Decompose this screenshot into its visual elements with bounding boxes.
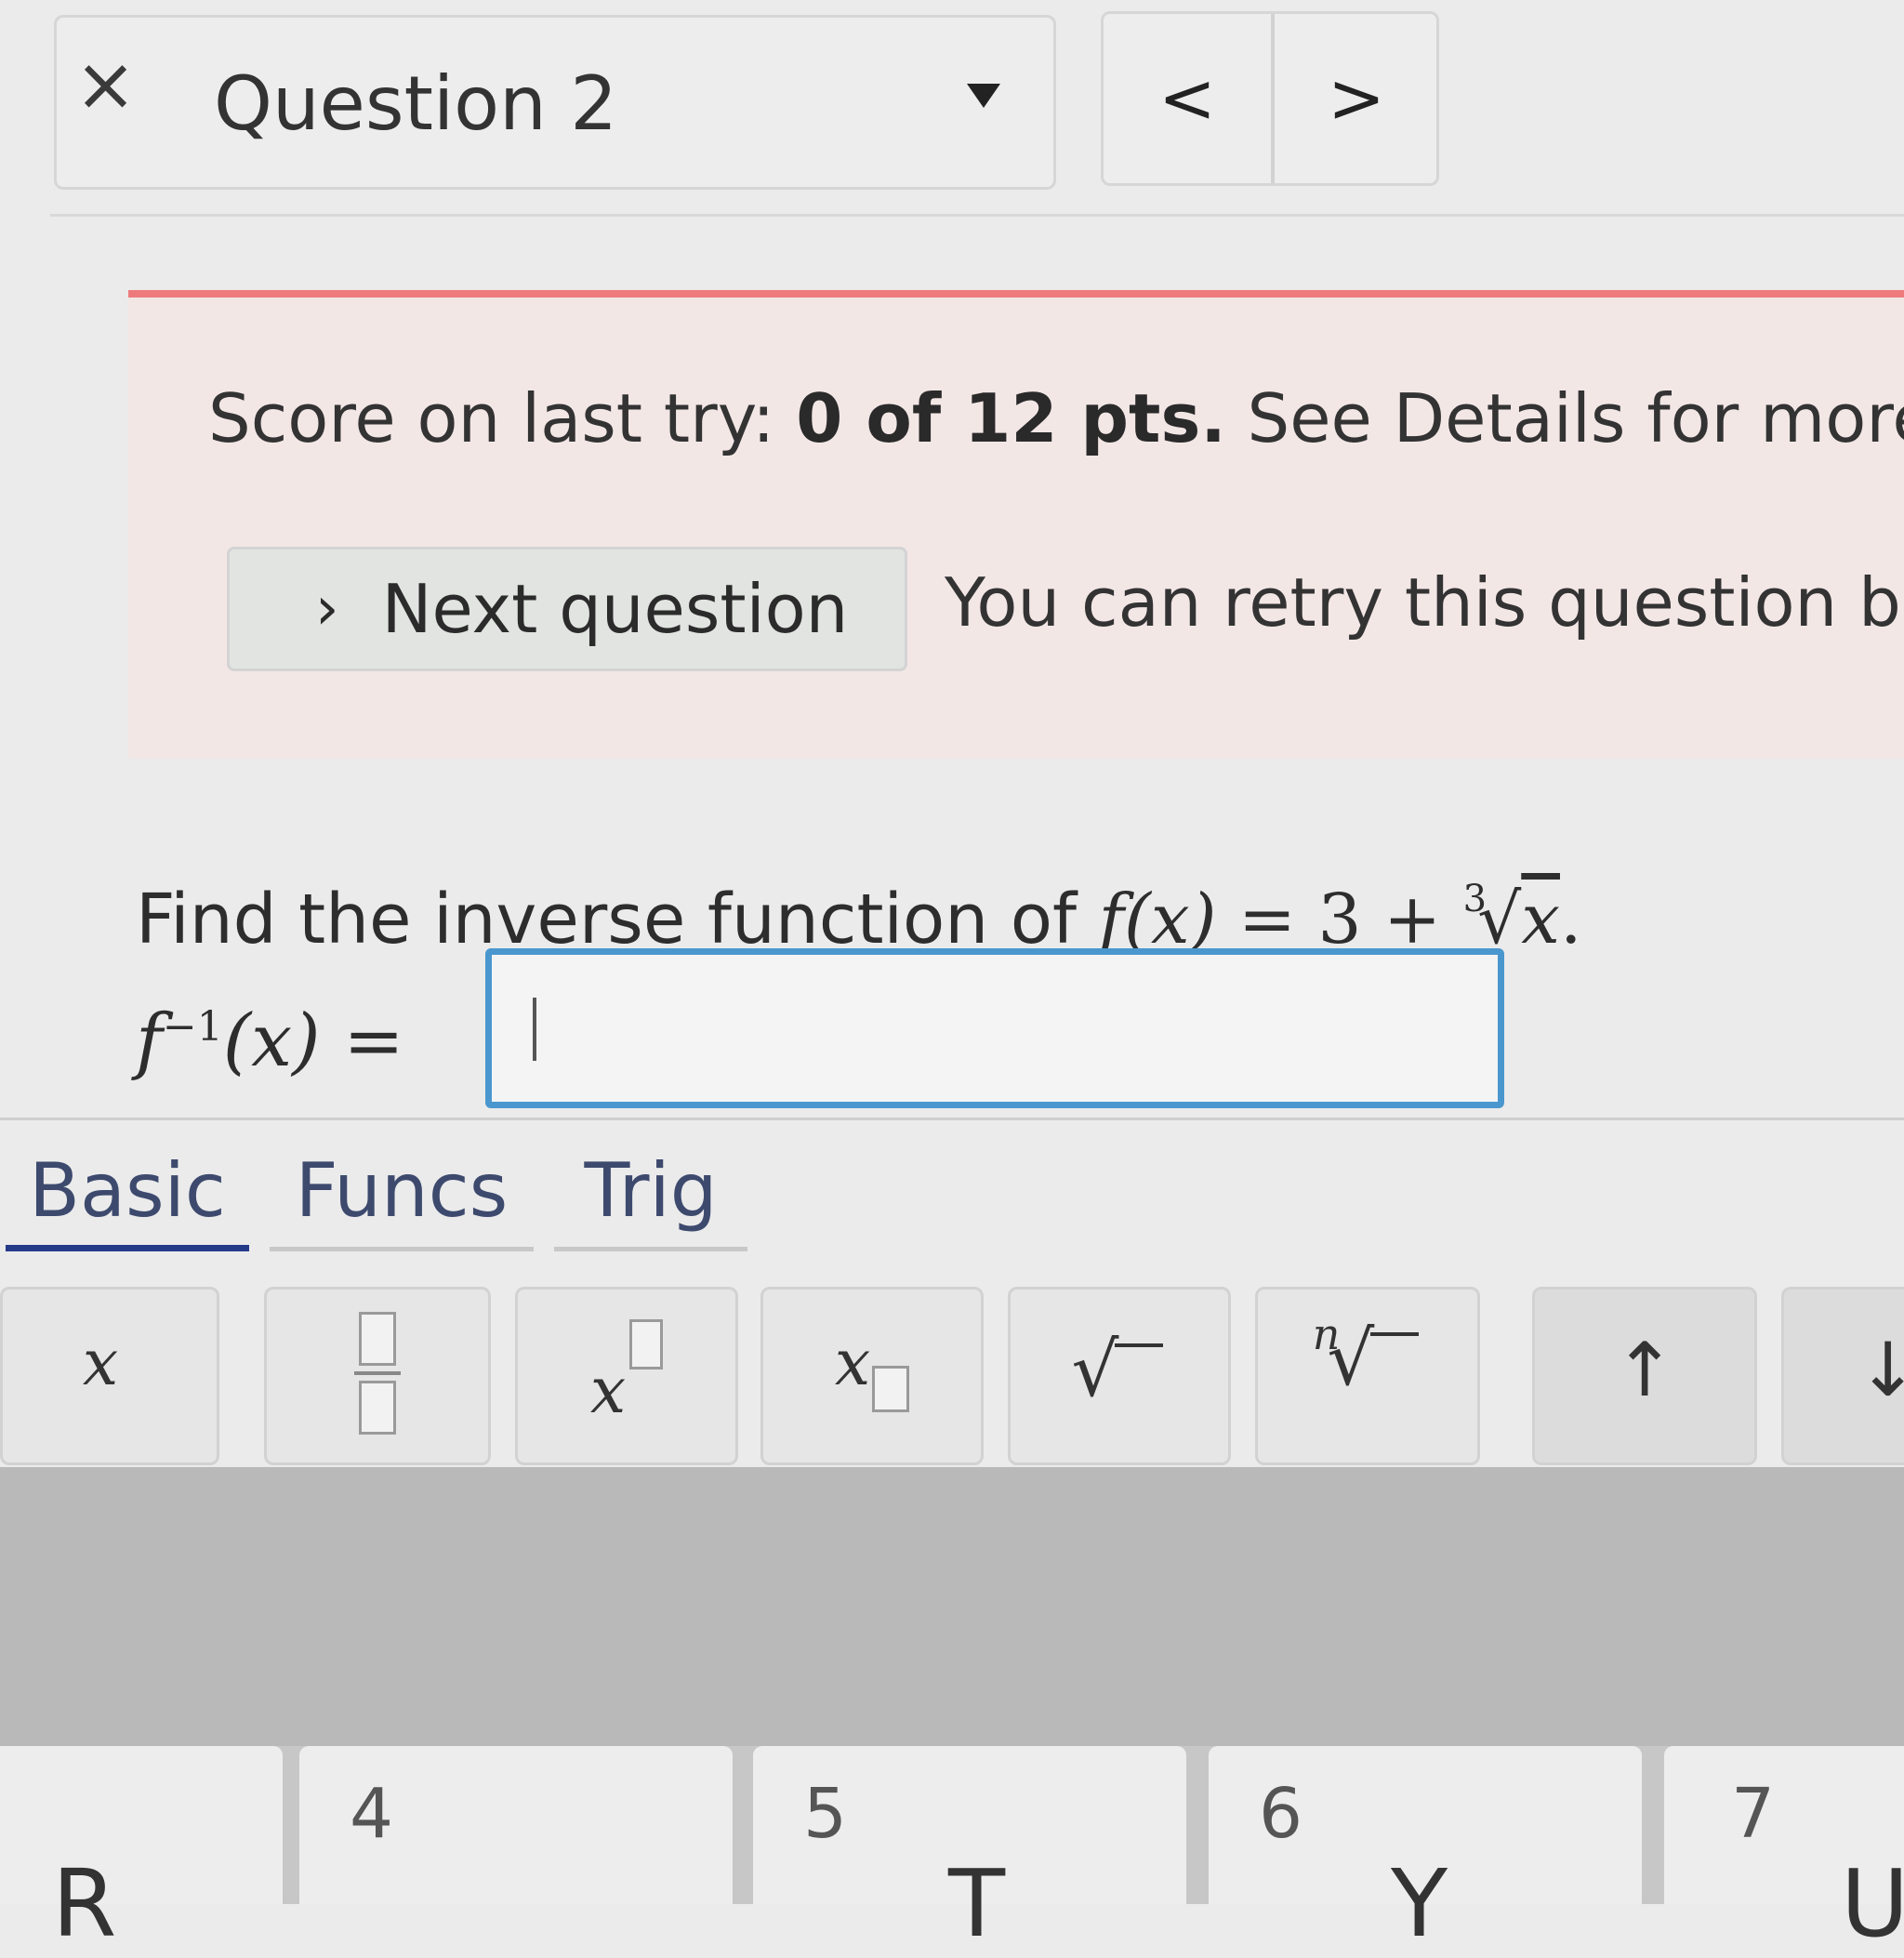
nth-root-icon: n√ xyxy=(1258,1309,1477,1402)
keyboard-separator xyxy=(0,1467,1904,1746)
keyboard-letter: T xyxy=(948,1849,1006,1958)
key-subscript[interactable]: x xyxy=(760,1287,984,1465)
keyboard-key-4[interactable]: 4 xyxy=(299,1746,733,1904)
tab-funcs[interactable]: Funcs xyxy=(270,1140,534,1251)
inverse-f: f xyxy=(136,999,163,1083)
power-base: x xyxy=(589,1355,627,1428)
arrow-down-icon: ↓ xyxy=(1856,1327,1904,1413)
score-suffix: See Details for more. xyxy=(1225,379,1904,457)
key-sqrt[interactable]: √ xyxy=(1008,1287,1231,1465)
next-question-button[interactable]: › Next question xyxy=(227,547,907,671)
tab-trig[interactable]: Trig xyxy=(554,1140,747,1251)
question-nav: < > xyxy=(1101,11,1439,186)
key-power[interactable]: x xyxy=(515,1287,738,1465)
keyboard-key-5[interactable]: 5 T xyxy=(753,1746,1186,1951)
keyboard-digit: 4 xyxy=(350,1774,394,1854)
next-question-arrow-button[interactable]: > xyxy=(1273,14,1436,183)
divider xyxy=(50,214,1904,217)
keypad-divider xyxy=(0,1118,1904,1120)
subscript-icon: x xyxy=(763,1327,981,1412)
inverse-exponent: −1 xyxy=(162,1003,223,1051)
power-icon: x xyxy=(518,1319,735,1428)
keyboard-letter: R xyxy=(52,1849,117,1958)
close-icon[interactable]: × xyxy=(74,43,149,126)
period: . xyxy=(1559,880,1582,959)
keyboard-letter: Y xyxy=(1391,1849,1448,1958)
subscript-base: x xyxy=(834,1327,871,1400)
fraction-icon xyxy=(267,1312,488,1435)
nth-root-index: n xyxy=(1312,1309,1341,1359)
score-text: Score on last try: 0 of 12 pts. See Deta… xyxy=(208,372,1904,465)
radicand: x xyxy=(1521,880,1560,959)
keyboard-key-7[interactable]: 7 U xyxy=(1664,1746,1904,1951)
keyboard-key-r[interactable]: R xyxy=(0,1746,283,1951)
sqrt-glyph: √ xyxy=(1071,1327,1119,1413)
keyboard-digit: 7 xyxy=(1731,1774,1776,1854)
retry-message: You can retry this question be xyxy=(945,563,1904,642)
x-variable-icon: x xyxy=(82,1327,119,1400)
next-question-label: Next question xyxy=(381,570,849,648)
key-down[interactable]: ↓ xyxy=(1781,1287,1904,1465)
keyboard-digit: 6 xyxy=(1259,1774,1303,1854)
sqrt-icon: √ xyxy=(1011,1327,1228,1413)
answer-input[interactable] xyxy=(485,948,1504,1108)
score-prefix: Score on last try: xyxy=(208,379,797,457)
keyboard-key-6[interactable]: 6 Y xyxy=(1209,1746,1642,1951)
key-up[interactable]: ↑ xyxy=(1532,1287,1757,1465)
dropdown-caret-icon[interactable] xyxy=(967,84,1000,108)
keyboard-digit: 5 xyxy=(803,1774,848,1854)
key-nth-root[interactable]: n√ xyxy=(1255,1287,1480,1465)
key-x[interactable]: x xyxy=(0,1287,219,1465)
score-value: 0 of 12 pts. xyxy=(796,379,1226,457)
answer-label: f−1(x) = xyxy=(136,976,404,1083)
answer-equals: = xyxy=(320,999,404,1083)
score-banner xyxy=(128,290,1904,759)
tab-basic[interactable]: Basic xyxy=(6,1140,249,1251)
key-fraction[interactable] xyxy=(264,1287,491,1465)
previous-question-button[interactable]: < xyxy=(1104,14,1275,183)
keyboard-letter: U xyxy=(1841,1849,1904,1958)
arrow-up-icon: ↑ xyxy=(1613,1327,1676,1413)
inverse-arg: (x) xyxy=(222,999,321,1083)
question-prompt: Find the inverse function of f(x) = 3 + … xyxy=(136,848,1582,959)
question-title: Question 2 xyxy=(214,60,618,147)
text-cursor xyxy=(533,998,536,1061)
chevron-right-icon: › xyxy=(315,575,339,643)
